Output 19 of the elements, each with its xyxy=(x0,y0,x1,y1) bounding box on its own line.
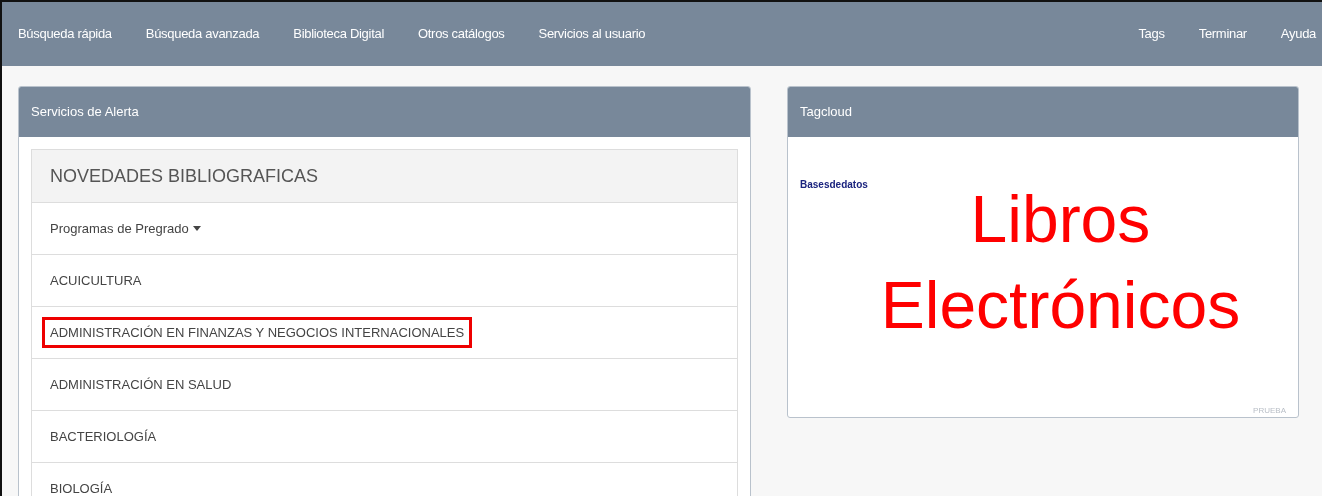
nav-link[interactable]: Búsqueda rápida xyxy=(18,24,112,44)
program-link[interactable]: BACTERIOLOGÍA xyxy=(50,426,157,447)
tag-link[interactable]: Libros Electrónicos xyxy=(875,177,1246,417)
nav-link[interactable]: Biblioteca Digital xyxy=(293,24,384,44)
nav-link[interactable]: Terminar xyxy=(1198,24,1247,44)
nav-link[interactable]: Servicios al usuario xyxy=(538,24,646,44)
dropdown-toggle[interactable]: Programas de Pregrado xyxy=(50,218,201,239)
tag-link[interactable]: PRUEBA xyxy=(1253,405,1286,417)
nav-link[interactable]: Otros catálogos xyxy=(418,24,505,44)
tag-link[interactable]: Basesdedatos xyxy=(800,177,868,192)
list-title: NOVEDADES BIBLIOGRAFICAS xyxy=(50,164,319,188)
program-link[interactable]: ADMINISTRACIÓN EN SALUD xyxy=(50,374,232,395)
panel-title: Tagcloud xyxy=(800,103,853,122)
nav-link[interactable]: Ayuda xyxy=(1280,24,1316,44)
nav-link[interactable]: Tags xyxy=(1138,24,1165,44)
program-link[interactable]: ACUICULTURA xyxy=(50,270,142,291)
nav-link[interactable]: Búsqueda avanzada xyxy=(145,24,260,44)
panel-title: Servicios de Alerta xyxy=(31,103,139,122)
program-link[interactable]: BIOLOGÍA xyxy=(50,478,113,496)
